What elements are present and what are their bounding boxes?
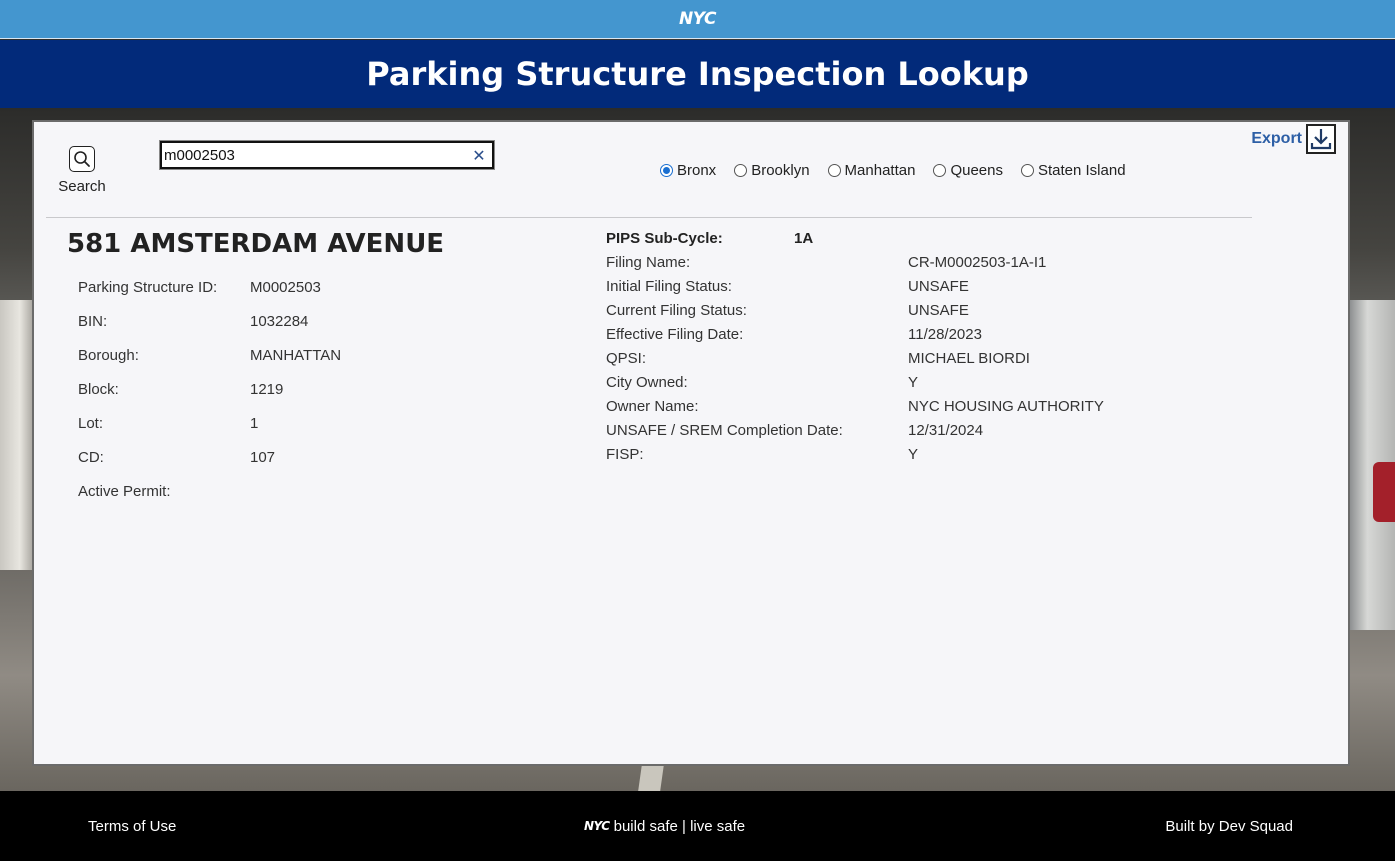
radio-label: Manhattan xyxy=(844,162,916,179)
filing-label: Current Filing Status: xyxy=(606,302,747,319)
page-title: Parking Structure Inspection Lookup xyxy=(366,55,1029,93)
filing-row: Current Filing Status: UNSAFE xyxy=(606,302,1104,326)
detail-label: Active Permit: xyxy=(78,483,171,500)
borough-radio-group: Bronx Brooklyn Manhattan Queens Staten I… xyxy=(660,162,1126,179)
detail-value: 1219 xyxy=(250,381,284,398)
detail-value: 1032284 xyxy=(250,313,309,330)
export-button[interactable]: Export xyxy=(1251,124,1336,154)
footer-tagline-text: build safe | live safe xyxy=(613,817,746,835)
filing-label: Filing Name: xyxy=(606,254,691,271)
filing-value: Y xyxy=(908,446,919,463)
filing-label: City Owned: xyxy=(606,374,688,391)
property-details: Parking Structure ID: M0002503 BIN: 1032… xyxy=(78,279,341,517)
filing-value: CR-M0002503-1A-I1 xyxy=(908,254,1047,271)
nyc-footer-logo: NYC xyxy=(584,819,610,833)
filing-label: Initial Filing Status: xyxy=(606,278,732,295)
filing-row: Filing Name: CR-M0002503-1A-I1 xyxy=(606,254,1104,278)
filing-value: MICHAEL BIORDI xyxy=(908,350,1030,367)
radio-indicator-selected[interactable] xyxy=(660,164,673,177)
radio-staten-island[interactable]: Staten Island xyxy=(1020,162,1126,179)
radio-queens[interactable]: Queens xyxy=(933,162,1003,179)
detail-label: Block: xyxy=(78,381,119,398)
filing-row: FISP: Y xyxy=(606,446,1104,470)
filing-value: 11/28/2023 xyxy=(908,326,982,343)
detail-label: Borough: xyxy=(78,347,139,364)
filing-row: Initial Filing Status: UNSAFE xyxy=(606,278,1104,302)
detail-row: CD: 107 xyxy=(78,449,341,483)
search-button-group[interactable]: Search xyxy=(56,146,108,195)
detail-row: Block: 1219 xyxy=(78,381,341,415)
detail-row: Lot: 1 xyxy=(78,415,341,449)
filing-label: FISP: xyxy=(606,446,644,463)
detail-row: Active Permit: xyxy=(78,483,341,517)
background-pillar-left xyxy=(0,300,33,570)
radio-indicator[interactable] xyxy=(1020,164,1034,177)
background-floor-stripe xyxy=(638,765,664,791)
filing-row: Owner Name: NYC HOUSING AUTHORITY xyxy=(606,398,1104,422)
filing-row: Effective Filing Date: 11/28/2023 xyxy=(606,326,1104,350)
filing-value: UNSAFE xyxy=(908,278,969,295)
export-label[interactable]: Export xyxy=(1251,130,1302,148)
subcycle-row: PIPS Sub-Cycle: 1A xyxy=(606,230,1104,254)
search-button[interactable] xyxy=(69,146,95,172)
filing-row: QPSI: MICHAEL BIORDI xyxy=(606,350,1104,374)
nyc-logo[interactable]: NYC xyxy=(679,9,716,29)
search-input[interactable] xyxy=(162,143,470,167)
magnifier-icon xyxy=(74,151,90,167)
filing-row: UNSAFE / SREM Completion Date: 12/31/202… xyxy=(606,422,1104,446)
radio-bronx[interactable]: Bronx xyxy=(660,162,716,179)
lookup-panel: Search ✕ Bronx Brooklyn Manhattan Queens… xyxy=(32,120,1350,766)
detail-value: M0002503 xyxy=(250,279,321,296)
detail-value: MANHATTAN xyxy=(250,347,342,364)
subcycle-value: 1A xyxy=(794,230,814,247)
radio-label: Bronx xyxy=(677,162,717,179)
title-bar: Parking Structure Inspection Lookup xyxy=(0,40,1395,108)
detail-label: CD: xyxy=(78,449,104,466)
filing-label: QPSI: xyxy=(606,350,647,367)
detail-value: 107 xyxy=(250,449,276,466)
built-by-text: Built by Dev Squad xyxy=(1165,817,1293,835)
radio-indicator[interactable] xyxy=(933,164,947,177)
filing-label: UNSAFE / SREM Completion Date: xyxy=(606,422,843,439)
detail-row: BIN: 1032284 xyxy=(78,313,341,347)
search-label: Search xyxy=(58,178,106,195)
terms-of-use-link[interactable]: Terms of Use xyxy=(88,818,176,835)
close-icon[interactable]: ✕ xyxy=(470,146,488,165)
top-bar: NYC xyxy=(0,0,1395,39)
search-field[interactable]: ✕ xyxy=(160,141,494,169)
radio-manhattan[interactable]: Manhattan xyxy=(827,162,916,179)
detail-label: BIN: xyxy=(78,313,108,330)
detail-label: Parking Structure ID: xyxy=(78,279,218,296)
detail-label: Lot: xyxy=(78,415,104,432)
filing-value: Y xyxy=(908,374,919,391)
background-car xyxy=(1373,462,1395,522)
radio-brooklyn[interactable]: Brooklyn xyxy=(734,162,810,179)
filing-label: Owner Name: xyxy=(606,398,699,415)
radio-label: Brooklyn xyxy=(751,162,810,179)
radio-label: Staten Island xyxy=(1037,162,1126,179)
subcycle-label: PIPS Sub-Cycle: xyxy=(606,230,723,247)
filing-label: Effective Filing Date: xyxy=(606,326,744,343)
detail-row: Parking Structure ID: M0002503 xyxy=(78,279,341,313)
footer: Terms of Use NYC build safe | live safe … xyxy=(0,791,1395,861)
radio-indicator[interactable] xyxy=(827,164,841,177)
download-icon[interactable] xyxy=(1306,124,1336,154)
footer-tagline: NYC build safe | live safe xyxy=(584,818,745,835)
detail-row: Borough: MANHATTAN xyxy=(78,347,341,381)
radio-indicator[interactable] xyxy=(734,164,748,177)
radio-label: Queens xyxy=(950,162,1003,179)
filing-value: UNSAFE xyxy=(908,302,969,319)
filing-value: NYC HOUSING AUTHORITY xyxy=(908,398,1104,415)
property-address: 581 AMSTERDAM AVENUE xyxy=(67,229,445,259)
filing-details: PIPS Sub-Cycle: 1A Filing Name: CR-M0002… xyxy=(606,230,1104,470)
filing-row: City Owned: Y xyxy=(606,374,1104,398)
detail-value: 1 xyxy=(250,415,259,432)
filing-value: 12/31/2024 xyxy=(908,422,984,439)
section-divider xyxy=(46,217,1252,218)
